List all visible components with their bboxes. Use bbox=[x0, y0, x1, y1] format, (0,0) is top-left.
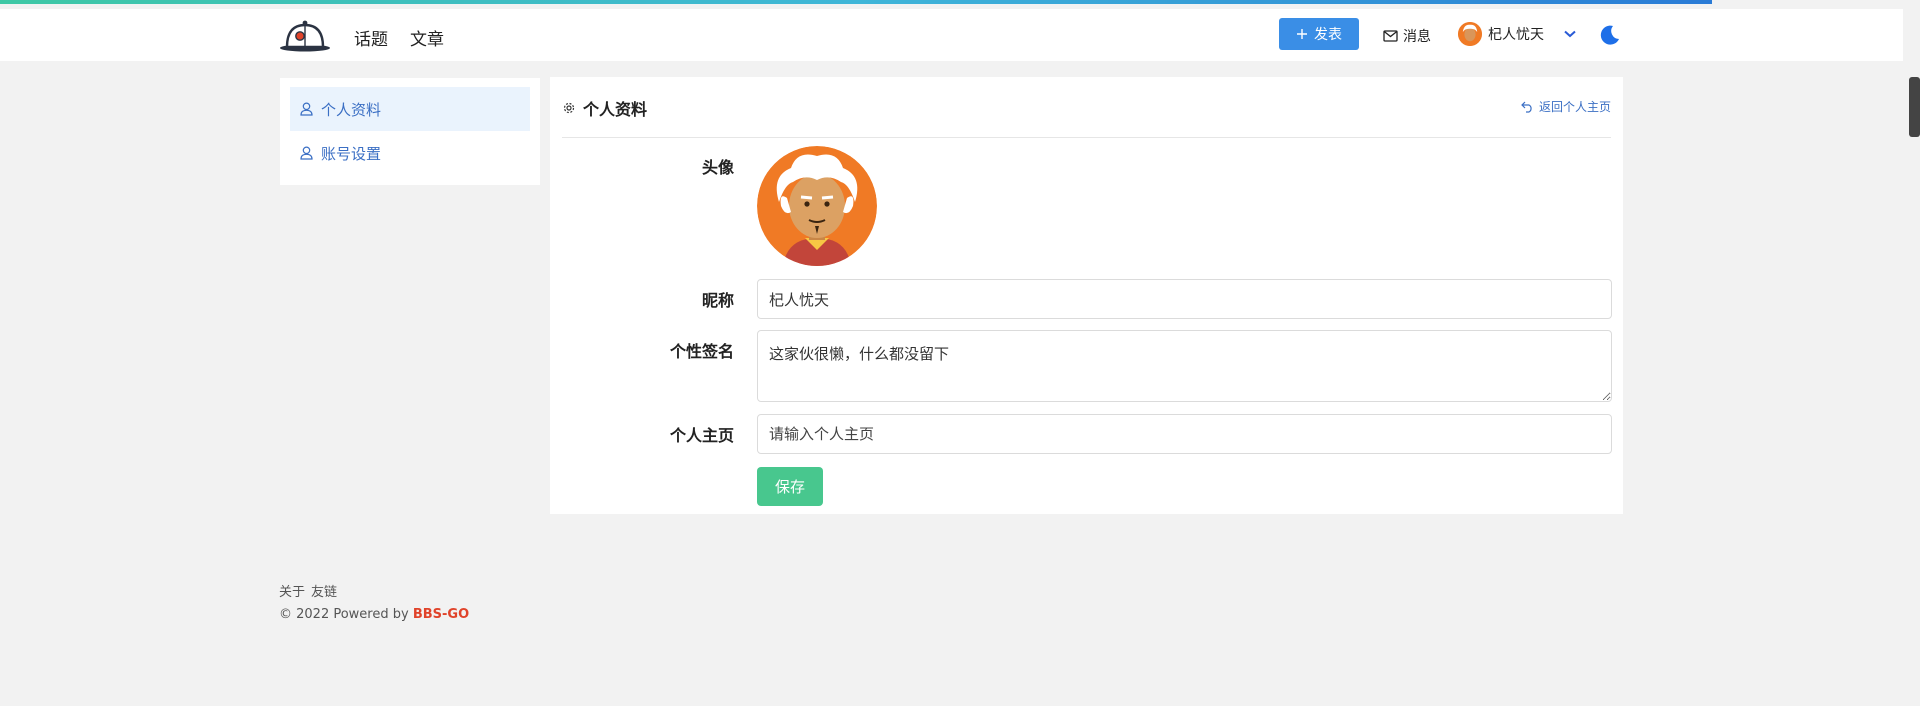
nickname-field[interactable] bbox=[757, 279, 1612, 319]
post-button[interactable]: 发表 bbox=[1279, 18, 1359, 50]
user-icon bbox=[300, 146, 313, 160]
post-button-label: 发表 bbox=[1314, 27, 1342, 43]
copyright-text: © 2022 Powered by bbox=[279, 607, 413, 622]
top-navbar: 话题 文章 发表 消息 杞人忧天 bbox=[0, 9, 1903, 61]
profile-panel: 个人资料 返回个人主页 头像 昵称 个性签名 这家伙很懒，什么都没留下 bbox=[550, 77, 1623, 514]
avatar bbox=[1458, 22, 1482, 46]
footer-links: 关于 友链 bbox=[279, 581, 469, 600]
footer: 关于 友链 © 2022 Powered by BBS-GO bbox=[279, 581, 469, 622]
user-icon bbox=[300, 102, 313, 116]
moon-icon[interactable] bbox=[1599, 24, 1621, 46]
save-button[interactable]: 保存 bbox=[757, 467, 823, 506]
avatar bbox=[757, 146, 877, 266]
sidebar-item-label: 账号设置 bbox=[321, 144, 382, 163]
messages-link[interactable]: 消息 bbox=[1383, 26, 1431, 46]
site-logo[interactable] bbox=[278, 19, 332, 53]
mail-icon bbox=[1383, 30, 1398, 42]
page-title-text: 个人资料 bbox=[583, 100, 648, 119]
page-load-progress-bar bbox=[0, 0, 1712, 4]
avatar-label: 头像 bbox=[701, 158, 734, 177]
signature-field[interactable]: 这家伙很懒，什么都没留下 bbox=[757, 330, 1612, 402]
homepage-label: 个人主页 bbox=[669, 426, 734, 445]
back-to-homepage-link[interactable]: 返回个人主页 bbox=[1521, 98, 1611, 115]
divider bbox=[562, 137, 1611, 138]
sidebar-item-account-settings[interactable]: 账号设置 bbox=[290, 131, 530, 175]
homepage-field[interactable] bbox=[757, 414, 1612, 454]
footer-link-about[interactable]: 关于 bbox=[279, 581, 305, 600]
user-name: 杞人忧天 bbox=[1488, 27, 1544, 43]
back-link-label: 返回个人主页 bbox=[1538, 100, 1611, 114]
messages-label: 消息 bbox=[1403, 29, 1431, 45]
avatar-upload[interactable] bbox=[757, 146, 877, 266]
nav-articles[interactable]: 文章 bbox=[410, 25, 444, 50]
brand-link[interactable]: BBS-GO bbox=[413, 607, 469, 622]
footer-copyright: © 2022 Powered by BBS-GO bbox=[279, 607, 469, 622]
plus-icon bbox=[1297, 29, 1307, 39]
gear-icon bbox=[563, 102, 575, 114]
footer-link-friends[interactable]: 友链 bbox=[311, 581, 337, 600]
user-menu[interactable]: 杞人忧天 bbox=[1458, 21, 1576, 47]
scrollbar-thumb[interactable] bbox=[1909, 77, 1920, 137]
nav-topics[interactable]: 话题 bbox=[354, 25, 388, 50]
settings-sidebar: 个人资料 账号设置 bbox=[280, 78, 540, 185]
page-title: 个人资料 bbox=[563, 96, 647, 120]
chevron-down-icon bbox=[1564, 30, 1576, 38]
return-icon bbox=[1521, 101, 1532, 113]
nickname-label: 昵称 bbox=[701, 291, 734, 310]
sidebar-item-label: 个人资料 bbox=[321, 100, 382, 119]
signature-label: 个性签名 bbox=[669, 342, 734, 361]
sidebar-item-profile[interactable]: 个人资料 bbox=[290, 87, 530, 131]
